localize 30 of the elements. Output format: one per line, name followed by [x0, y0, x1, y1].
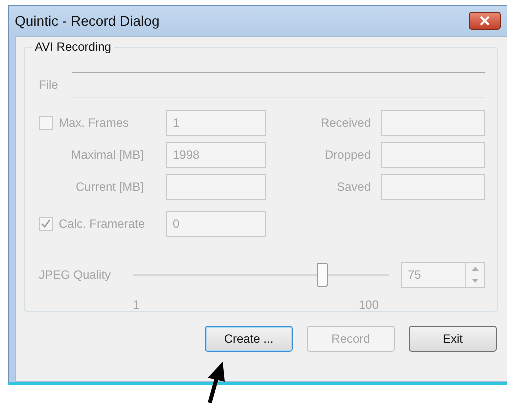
input-field[interactable]: [166, 174, 266, 200]
input-field[interactable]: [381, 174, 485, 200]
field-label: Saved: [336, 180, 372, 194]
field-label: Current [MB]: [76, 180, 145, 194]
spin-box[interactable]: 75: [401, 262, 485, 288]
checkbox[interactable]: [39, 217, 53, 231]
input-field[interactable]: [381, 110, 485, 136]
input-field[interactable]: 1: [166, 110, 266, 136]
field-label: Dropped: [324, 148, 372, 162]
checkbox[interactable]: [39, 116, 53, 130]
input-field[interactable]: 0: [166, 211, 266, 237]
input-field[interactable]: [381, 142, 485, 168]
file-field[interactable]: [72, 72, 485, 98]
field-label: File: [39, 78, 58, 92]
close-icon: [480, 16, 490, 26]
field-label: Calc. Framerate: [59, 217, 146, 231]
close-button[interactable]: [469, 12, 501, 30]
slider-thumb[interactable]: [317, 263, 328, 287]
field-label: Maximal [MB]: [71, 148, 145, 162]
field-label: JPEG Quality: [39, 268, 112, 282]
field-label: Received: [320, 116, 372, 130]
dialog-button[interactable]: Exit: [409, 326, 497, 352]
slider[interactable]: [133, 263, 389, 287]
group-title: AVI Recording: [32, 40, 114, 54]
dialog-button[interactable]: Create ...: [205, 326, 293, 352]
tick-label: 100: [358, 298, 379, 312]
window-title: Quintic - Record Dialog: [15, 13, 161, 29]
tick-label: 1: [133, 298, 140, 312]
input-field[interactable]: 1998: [166, 142, 266, 168]
field-label: Max. Frames: [59, 116, 130, 130]
